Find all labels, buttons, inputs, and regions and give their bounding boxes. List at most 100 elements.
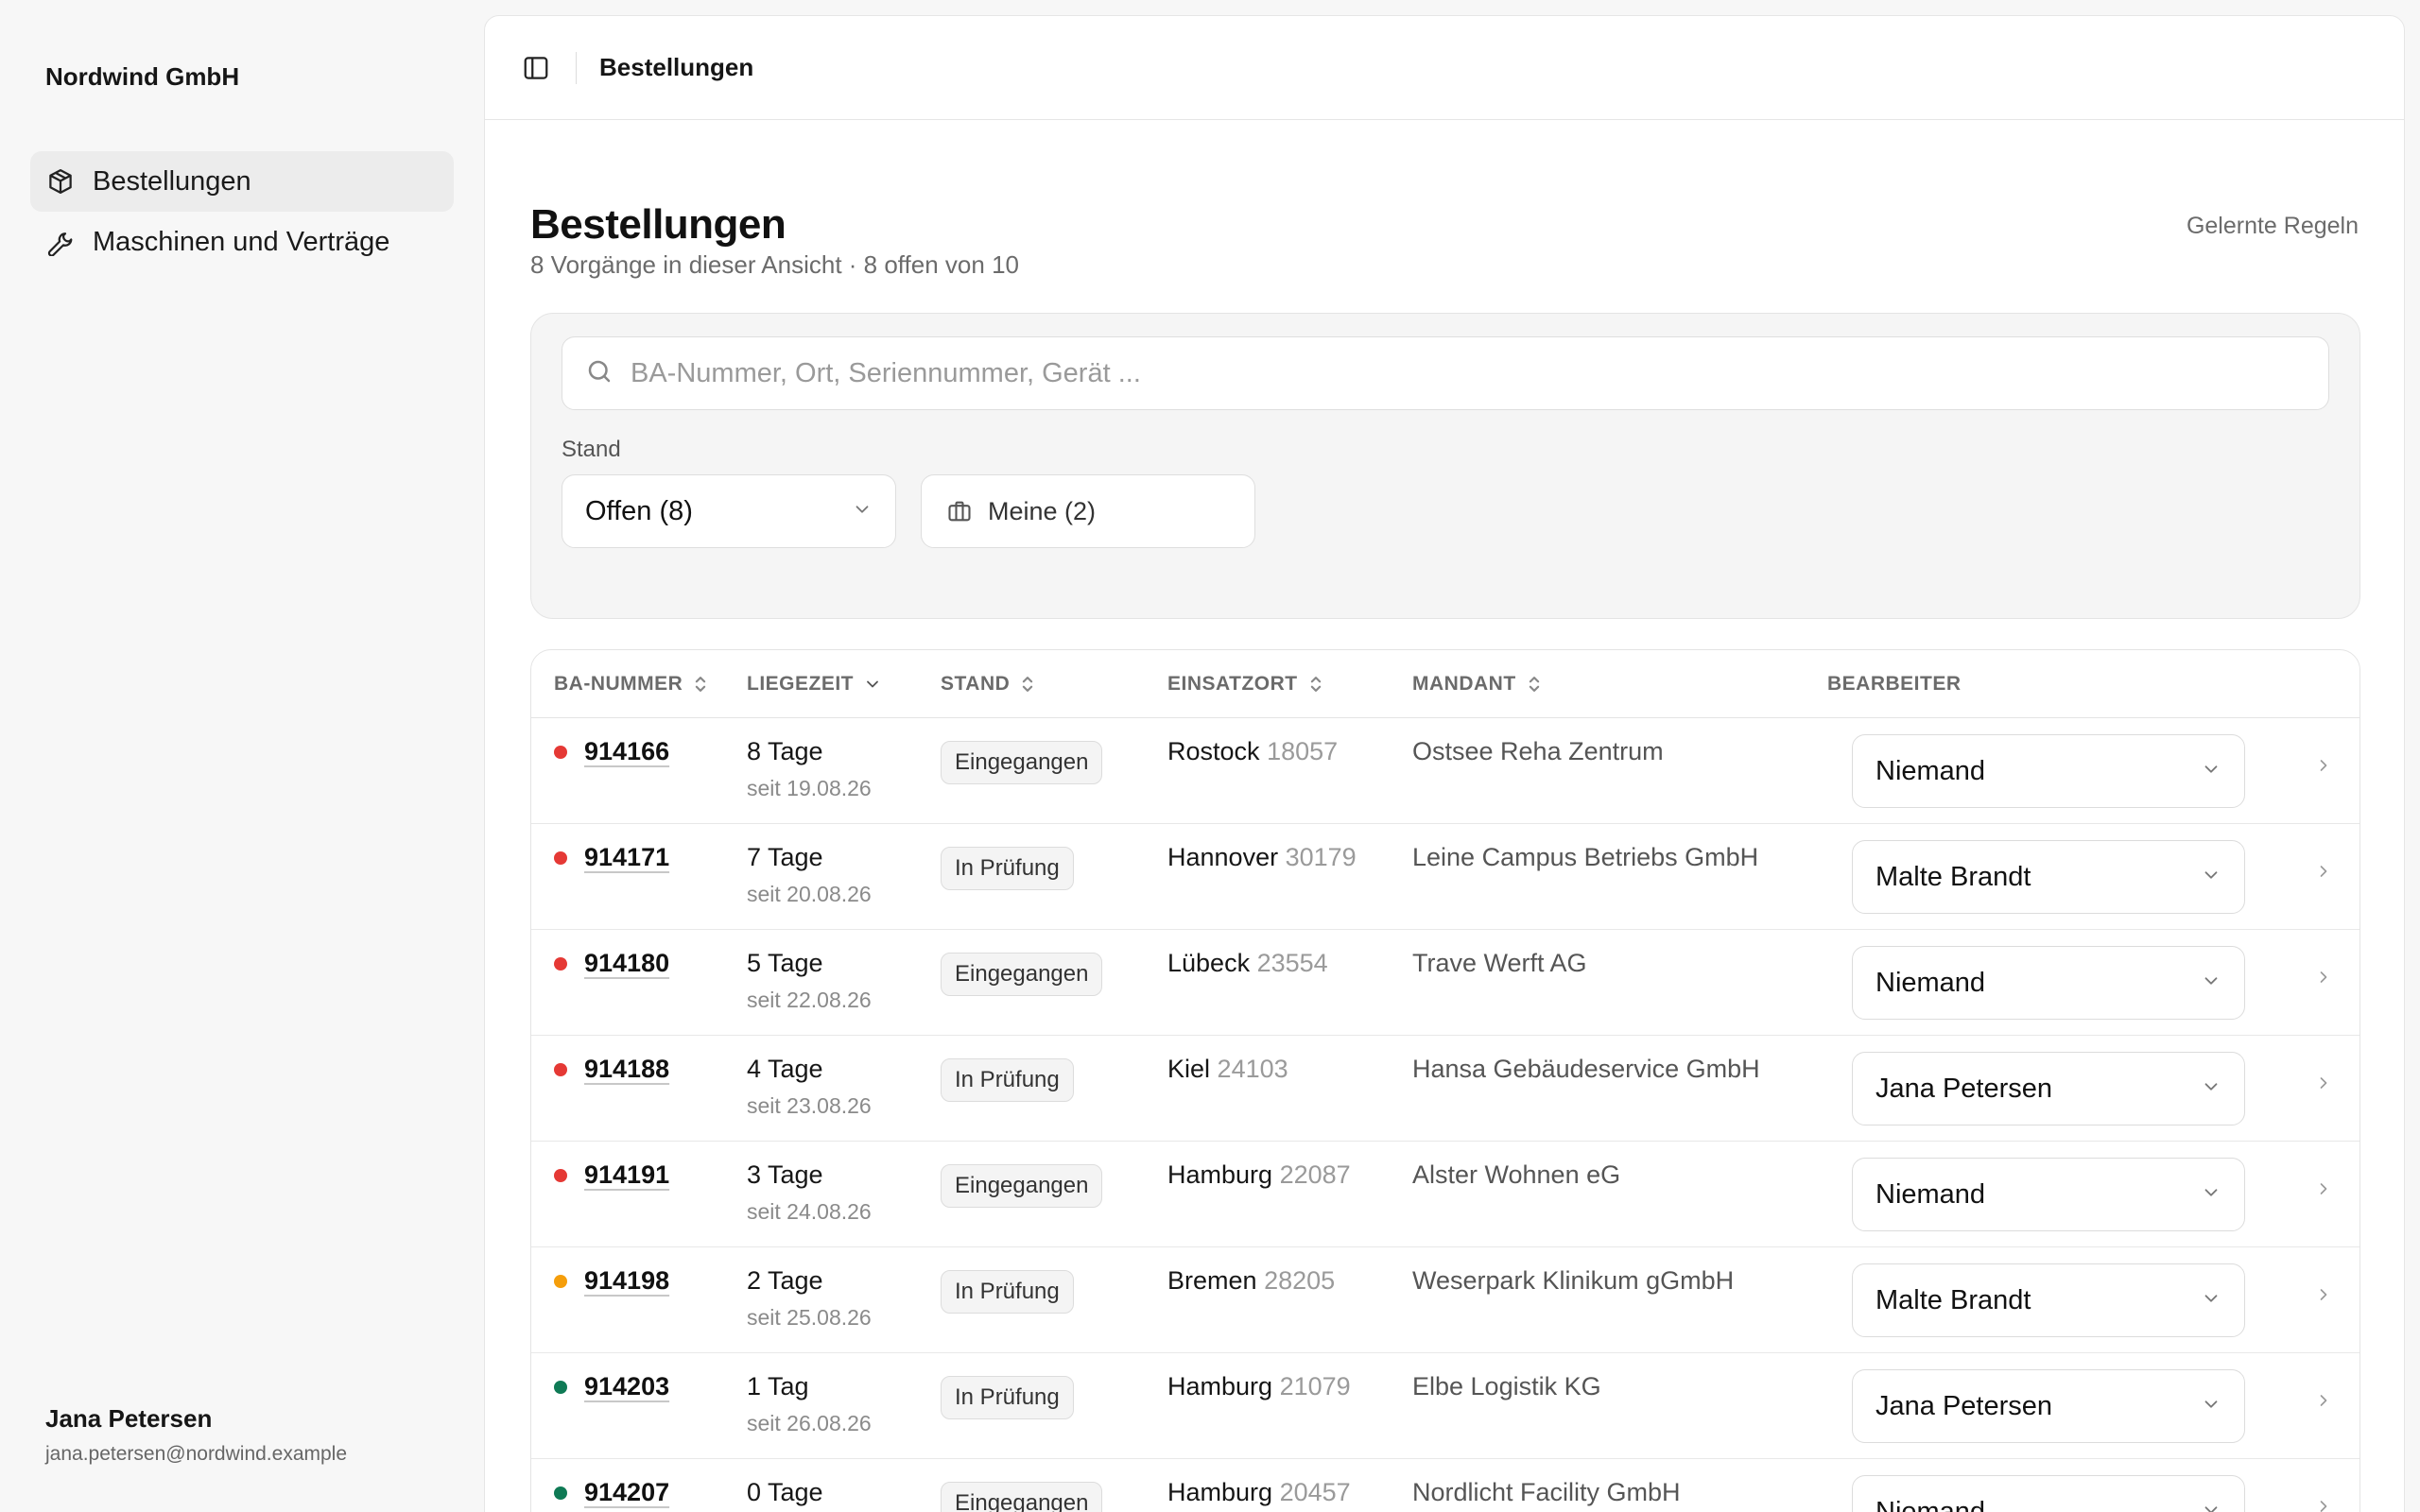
status-badge: In Prüfung	[941, 847, 1074, 890]
chevron-right-icon[interactable]	[2314, 1074, 2333, 1092]
cell-stand: In Prüfung	[941, 1036, 1167, 1141]
chevron-down-icon	[852, 496, 873, 527]
chevron-right-icon[interactable]	[2314, 1285, 2333, 1304]
einsatzort-city: Hamburg	[1167, 1372, 1273, 1400]
ba-number-link[interactable]: 914198	[584, 1266, 669, 1296]
stand-select-value: Offen (8)	[585, 495, 693, 526]
liegezeit-since: seit 22.08.26	[747, 988, 872, 1012]
search-input[interactable]	[631, 357, 2328, 389]
assignee-select[interactable]: Malte Brandt	[1852, 1263, 2245, 1337]
sidebar-toggle-icon[interactable]	[519, 51, 553, 85]
ba-number-link[interactable]: 914203	[584, 1372, 669, 1401]
stand-select[interactable]: Offen (8)	[562, 474, 896, 548]
chevron-right-icon[interactable]	[2314, 862, 2333, 881]
assignee-value: Malte Brandt	[1876, 1284, 2031, 1315]
cell-einsatzort: Bremen 28205	[1167, 1247, 1412, 1352]
sort-icon	[1526, 674, 1543, 695]
einsatzort-city: Kiel	[1167, 1055, 1211, 1083]
chevron-right-icon[interactable]	[2314, 756, 2333, 775]
page-title: Bestellungen	[530, 201, 786, 248]
liegezeit-value: 7 Tage	[747, 843, 823, 871]
table-row[interactable]: 914166 8 Tage seit 19.08.26 Eingegangen Rost…	[531, 718, 2360, 824]
mine-filter-button[interactable]: Meine (2)	[921, 474, 1255, 548]
user-profile[interactable]: Jana Petersen jana.petersen@nordwind.exa…	[45, 1404, 347, 1466]
assignee-value: Jana Petersen	[1876, 1073, 2053, 1104]
chevron-right-icon[interactable]	[2314, 1179, 2333, 1198]
assignee-select[interactable]: Niemand	[1852, 1158, 2245, 1231]
header-einsatzort[interactable]: EINSATZORT	[1167, 673, 1412, 696]
assignee-select[interactable]: Jana Petersen	[1852, 1369, 2245, 1443]
assignee-select[interactable]: Niemand	[1852, 734, 2245, 808]
table-body: 914166 8 Tage seit 19.08.26 Eingegangen Rost…	[531, 718, 2360, 1512]
ba-number-link[interactable]: 914180	[584, 949, 669, 978]
header-label: BA-NUMMER	[554, 672, 683, 695]
header-liegezeit[interactable]: LIEGEZEIT	[747, 673, 941, 696]
assignee-select[interactable]: Malte Brandt	[1852, 840, 2245, 914]
cell-mandant: Alster Wohnen eG	[1412, 1142, 1827, 1246]
table-row[interactable]: 914198 2 Tage seit 25.08.26 In Prüfung Breme…	[531, 1247, 2360, 1353]
mandant-name: Weserpark Klinikum gGmbH	[1412, 1266, 1735, 1295]
liegezeit-value: 2 Tage	[747, 1266, 823, 1295]
chevron-right-icon[interactable]	[2314, 968, 2333, 987]
company-name: Nordwind GmbH	[45, 62, 240, 91]
einsatzort-plz: 22087	[1279, 1160, 1351, 1189]
cell-liegezeit: 8 Tage seit 19.08.26	[747, 718, 941, 823]
einsatzort-city: Bremen	[1167, 1266, 1257, 1295]
chevron-right-icon[interactable]	[2314, 1391, 2333, 1410]
topbar: Bestellungen	[485, 16, 2404, 120]
einsatzort-plz: 24103	[1217, 1055, 1288, 1083]
assignee-select[interactable]: Niemand	[1852, 946, 2245, 1020]
user-name: Jana Petersen	[45, 1404, 213, 1433]
assignee-select[interactable]: Niemand	[1852, 1475, 2245, 1512]
status-badge: Eingegangen	[941, 1164, 1103, 1208]
mandant-name: Hansa Gebäudeservice GmbH	[1412, 1055, 1760, 1083]
ba-number-link[interactable]: 914171	[584, 843, 669, 872]
ba-number-link[interactable]: 914188	[584, 1055, 669, 1084]
assignee-value: Niemand	[1876, 967, 1986, 998]
sort-icon	[692, 674, 709, 695]
mine-filter-label: Meine (2)	[988, 496, 1097, 525]
cell-einsatzort: Hamburg 20457	[1167, 1459, 1412, 1512]
learned-rules-link[interactable]: Gelernte Regeln	[2187, 213, 2359, 240]
sidebar-item-label: Bestellungen	[93, 165, 251, 197]
liegezeit-value: 0 Tage	[747, 1478, 823, 1506]
cell-ba: 914198	[531, 1247, 747, 1352]
header-ba-nummer[interactable]: BA-NUMMER	[531, 673, 747, 696]
ba-number-link[interactable]: 914191	[584, 1160, 669, 1190]
table-row[interactable]: 914180 5 Tage seit 22.08.26 Eingegangen Lübe…	[531, 930, 2360, 1036]
status-badge: Eingegangen	[941, 741, 1103, 784]
cell-stand: In Prüfung	[941, 824, 1167, 929]
cell-stand: In Prüfung	[941, 1353, 1167, 1458]
status-dot	[554, 850, 567, 865]
search-field[interactable]	[562, 336, 2329, 410]
main-panel: Bestellungen Bestellungen 8 Vorgänge in …	[484, 15, 2405, 1512]
cell-liegezeit: 1 Tag seit 26.08.26	[747, 1353, 941, 1458]
cell-liegezeit: 3 Tage seit 24.08.26	[747, 1142, 941, 1246]
header-bearbeiter: BEARBEITER	[1827, 673, 2262, 696]
sidebar-item-bestellungen[interactable]: Bestellungen	[30, 151, 454, 212]
cell-stand: In Prüfung	[941, 1247, 1167, 1352]
liegezeit-value: 4 Tage	[747, 1055, 823, 1083]
table-row[interactable]: 914188 4 Tage seit 23.08.26 In Prüfung Kiel …	[531, 1036, 2360, 1142]
status-badge: In Prüfung	[941, 1270, 1074, 1314]
cell-mandant: Nordlicht Facility GmbH	[1412, 1459, 1827, 1512]
ba-number-link[interactable]: 914166	[584, 737, 669, 766]
header-label: STAND	[941, 672, 1011, 695]
page-subtitle: 8 Vorgänge in dieser Ansicht · 8 offen v…	[530, 250, 1019, 279]
table-row[interactable]: 914203 1 Tag seit 26.08.26 In Prüfung Hambur…	[531, 1353, 2360, 1459]
table-row[interactable]: 914207 0 Tage Eingegangen Hamburg 20457 Nord…	[531, 1459, 2360, 1512]
header-mandant[interactable]: MANDANT	[1412, 673, 1827, 696]
cell-stand: Eingegangen	[941, 1142, 1167, 1246]
table-row[interactable]: 914191 3 Tage seit 24.08.26 Eingegangen Hamb…	[531, 1142, 2360, 1247]
breadcrumb: Bestellungen	[599, 53, 754, 81]
liegezeit-since: seit 24.08.26	[747, 1199, 872, 1224]
table-row[interactable]: 914171 7 Tage seit 20.08.26 In Prüfung Hanno…	[531, 824, 2360, 930]
chevron-right-icon[interactable]	[2314, 1497, 2333, 1512]
sidebar-item-maschinen[interactable]: Maschinen und Verträge	[30, 212, 454, 272]
assignee-select[interactable]: Jana Petersen	[1852, 1052, 2245, 1125]
header-stand[interactable]: STAND	[941, 673, 1167, 696]
ba-number-link[interactable]: 914207	[584, 1478, 669, 1507]
cell-liegezeit: 2 Tage seit 25.08.26	[747, 1247, 941, 1352]
einsatzort-plz: 20457	[1279, 1478, 1351, 1506]
sort-desc-icon	[863, 675, 882, 694]
